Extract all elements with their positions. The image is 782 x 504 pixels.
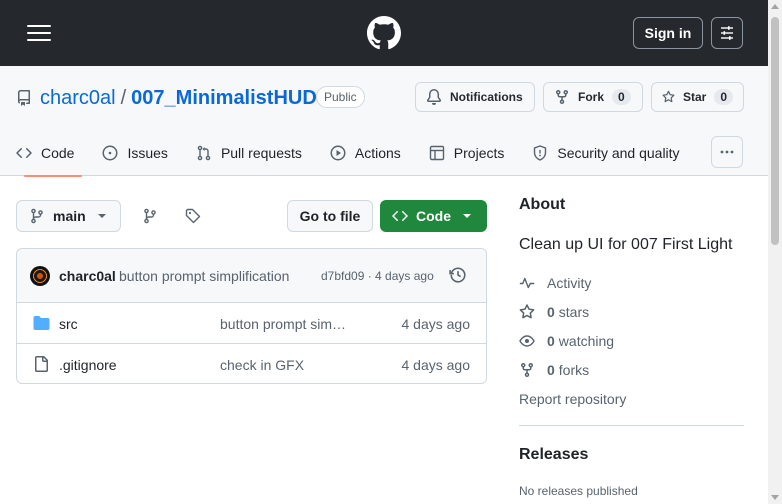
visibility-badge: Public — [316, 86, 365, 108]
no-releases-text: No releases published — [519, 484, 638, 498]
repo-owner-link[interactable]: charc0al — [40, 87, 116, 110]
tab-pull-requests[interactable]: Pull requests — [180, 130, 314, 176]
github-logo-icon[interactable] — [367, 16, 401, 50]
file-commit-date: 4 days ago — [401, 357, 471, 373]
chevron-down-icon — [463, 214, 471, 218]
commit-message-link[interactable]: button prompt simplification — [119, 268, 289, 284]
file-listing: charc0al button prompt simplification d7… — [16, 248, 487, 384]
play-icon — [330, 145, 346, 161]
forks-link[interactable]: 0 forks — [519, 362, 589, 378]
report-repository-link[interactable]: Report repository — [519, 391, 626, 407]
branch-selector-button[interactable]: main — [16, 200, 121, 232]
watching-label: watching — [558, 333, 615, 349]
fork-icon — [521, 363, 533, 378]
pull-request-icon — [197, 145, 211, 161]
star-label: Star — [682, 90, 707, 104]
watching-count: 0 — [547, 333, 555, 349]
folder-icon — [33, 315, 50, 334]
stars-label: stars — [558, 304, 590, 320]
fork-icon — [556, 90, 568, 105]
shield-icon — [534, 145, 547, 161]
eye-icon — [519, 335, 535, 347]
page-scrollbar[interactable] — [768, 0, 782, 504]
table-row[interactable]: .gitignore check in GFX 4 days ago — [17, 344, 486, 383]
file-commit-date: 4 days ago — [401, 316, 471, 332]
commit-author-link[interactable]: charc0al — [59, 268, 116, 284]
tag-icon[interactable] — [185, 208, 201, 227]
go-to-file-button[interactable]: Go to file — [287, 200, 373, 232]
file-name-link[interactable]: src — [59, 316, 78, 332]
bell-icon — [426, 89, 441, 105]
star-icon — [662, 90, 675, 103]
tab-code[interactable]: Code — [16, 130, 86, 177]
repo-description: Clean up UI for 007 First Light — [519, 236, 733, 253]
tab-security-label: Security and quality — [557, 145, 680, 161]
avatar[interactable] — [30, 266, 50, 286]
tab-pull-requests-label: Pull requests — [220, 145, 302, 161]
kebab-horizontal-icon — [720, 150, 734, 154]
file-commit-message-link[interactable]: check in GFX — [220, 357, 304, 373]
code-dropdown-button[interactable]: Code — [380, 200, 487, 232]
table-icon — [429, 145, 444, 161]
scroll-down-arrow-icon[interactable] — [771, 495, 779, 500]
history-icon[interactable] — [449, 266, 467, 287]
star-button[interactable]: Star 0 — [651, 82, 744, 112]
notifications-label: Notifications — [450, 90, 523, 104]
sliders-icon — [721, 26, 733, 40]
pulse-icon — [519, 277, 535, 289]
stars-link[interactable]: 0 stars — [519, 304, 589, 320]
repo-icon — [16, 90, 32, 109]
forks-label: forks — [558, 362, 590, 378]
more-tabs-button[interactable] — [711, 136, 743, 168]
file-commit-message-link[interactable]: button prompt sim… — [220, 316, 346, 332]
fork-label: Fork — [578, 90, 605, 104]
top-navigation-bar: Sign in — [0, 0, 782, 66]
repository-header: charc0al / 007_MinimalistHUD Public Noti… — [0, 66, 768, 177]
tab-code-label: Code — [41, 145, 75, 161]
tab-actions[interactable]: Actions — [314, 130, 413, 176]
star-count: 0 — [714, 89, 733, 105]
repo-name-link[interactable]: 007_MinimalistHUD — [131, 87, 317, 110]
file-icon — [33, 356, 49, 375]
commit-hash-and-time[interactable]: d7bfd09 · 4 days ago — [321, 269, 434, 283]
notifications-button[interactable]: Notifications — [415, 82, 535, 112]
chevron-down-icon — [97, 214, 106, 218]
repository-tabs: Code Issues Pull requests Actions Projec… — [16, 130, 692, 177]
watching-link[interactable]: 0 watching — [519, 333, 614, 349]
branch-name: main — [53, 208, 86, 224]
tab-projects-label: Projects — [453, 145, 505, 161]
code-button-label: Code — [416, 208, 451, 224]
tab-actions-label: Actions — [354, 145, 401, 161]
tab-projects[interactable]: Projects — [413, 130, 517, 176]
latest-commit-row: charc0al button prompt simplification d7… — [17, 249, 486, 303]
fork-count: 0 — [612, 89, 631, 105]
scroll-up-arrow-icon[interactable] — [771, 4, 779, 9]
releases-heading[interactable]: Releases — [519, 446, 588, 464]
hamburger-menu-icon[interactable] — [22, 19, 56, 47]
activity-label: Activity — [547, 275, 592, 291]
tab-issues-label: Issues — [127, 145, 168, 161]
code-icon — [392, 210, 408, 222]
branches-icon[interactable] — [142, 208, 158, 227]
issue-icon — [102, 145, 118, 161]
stars-count: 0 — [547, 304, 555, 320]
about-heading: About — [519, 196, 566, 213]
table-row[interactable]: src button prompt sim… 4 days ago — [17, 303, 486, 344]
appearance-settings-button[interactable] — [711, 17, 743, 49]
sidebar-divider — [519, 425, 744, 426]
tab-security[interactable]: Security and quality — [516, 130, 691, 176]
repo-path-separator: / — [120, 87, 127, 109]
scrollbar-thumb[interactable] — [771, 17, 779, 245]
forks-count: 0 — [547, 362, 555, 378]
sign-in-button[interactable]: Sign in — [633, 17, 703, 49]
fork-button[interactable]: Fork 0 — [543, 82, 643, 112]
file-name-link[interactable]: .gitignore — [59, 357, 117, 373]
activity-link[interactable]: Activity — [519, 275, 591, 291]
repository-title: charc0al / 007_MinimalistHUD — [40, 87, 317, 110]
star-icon — [519, 304, 535, 319]
branch-icon — [31, 208, 43, 224]
tab-issues[interactable]: Issues — [86, 130, 179, 176]
code-icon — [16, 147, 32, 159]
